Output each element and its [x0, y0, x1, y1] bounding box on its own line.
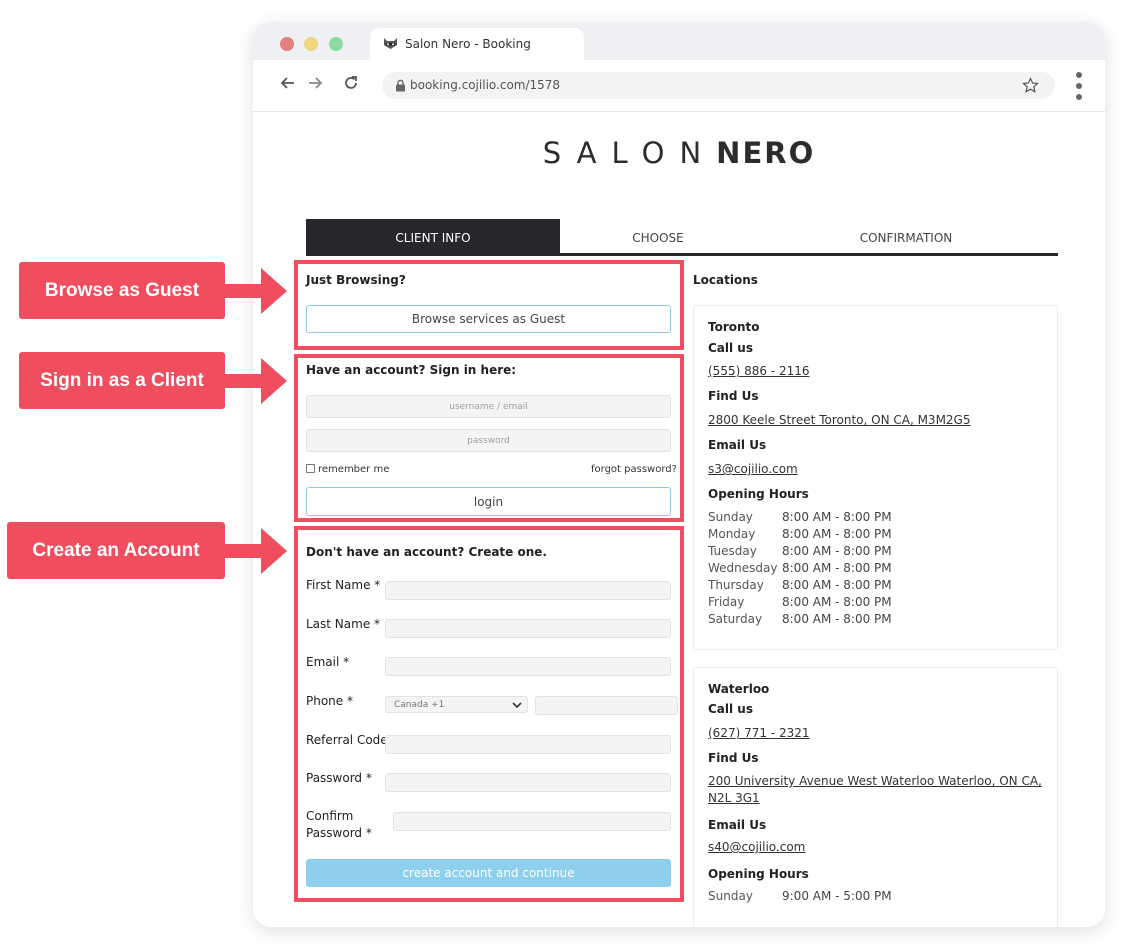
highlight-signin-section: [294, 354, 684, 522]
location-card-toronto: Toronto Call us (555) 886 - 2116 Find Us…: [693, 305, 1058, 650]
opening-hours-label: Opening Hours: [708, 487, 809, 501]
location-phone-link[interactable]: (627) 771 - 2321: [708, 726, 809, 740]
step-confirmation[interactable]: CONFIRMATION: [756, 219, 1056, 253]
location-name: Waterloo: [708, 682, 770, 696]
location-address-link[interactable]: 200 University Avenue West Waterloo Wate…: [708, 774, 1042, 788]
location-address-link[interactable]: 2800 Keele Street Toronto, ON CA, M3M2G5: [708, 413, 971, 427]
arrow-right-icon: [225, 268, 287, 314]
back-arrow-icon[interactable]: [278, 73, 298, 93]
raccoon-favicon-icon: [384, 38, 397, 49]
step-choose[interactable]: CHOOSE: [560, 219, 756, 253]
tab-strip: Salon Nero - Booking: [253, 22, 1105, 60]
hours-day: Monday: [708, 527, 756, 541]
location-email-link[interactable]: s3@cojilio.com: [708, 462, 798, 476]
hours-row: Friday 8:00 AM - 8:00 PM: [708, 595, 892, 609]
reload-icon[interactable]: [341, 73, 361, 93]
logo-bold-text: NERO: [716, 136, 816, 170]
callout-sign-in-client: Sign in as a Client: [19, 352, 225, 409]
maximize-window-button[interactable]: [329, 37, 343, 51]
call-us-label: Call us: [708, 702, 753, 716]
highlight-guest-section: [294, 260, 684, 350]
hours-row: Thursday 8:00 AM - 8:00 PM: [708, 578, 892, 592]
forward-arrow-icon[interactable]: [305, 73, 325, 93]
hours-time: 8:00 AM - 8:00 PM: [782, 578, 892, 592]
url-text: booking.cojilio.com/1578: [410, 78, 561, 92]
lock-icon: [396, 79, 405, 92]
hours-time: 8:00 AM - 8:00 PM: [782, 544, 892, 558]
highlight-register-section: [294, 526, 684, 902]
hours-row: Tuesday 8:00 AM - 8:00 PM: [708, 544, 892, 558]
address-bar[interactable]: booking.cojilio.com/1578: [382, 72, 1055, 99]
opening-hours-label: Opening Hours: [708, 867, 809, 881]
arrow-right-icon: [225, 358, 287, 404]
callout-browse-guest: Browse as Guest: [19, 262, 225, 319]
hours-day: Tuesday: [708, 544, 757, 558]
close-window-button[interactable]: [280, 37, 294, 51]
browser-toolbar: booking.cojilio.com/1578: [253, 60, 1105, 112]
hours-row: Saturday 8:00 AM - 8:00 PM: [708, 612, 892, 626]
tab-title: Salon Nero - Booking: [405, 37, 531, 51]
email-us-label: Email Us: [708, 438, 767, 452]
minimize-window-button[interactable]: [304, 37, 318, 51]
screenshot-stage: Salon Nero - Booking booking.cojilio.com…: [0, 0, 1138, 947]
hours-time: 8:00 AM - 8:00 PM: [782, 561, 892, 575]
location-email-link[interactable]: s40@cojilio.com: [708, 840, 805, 854]
salon-logo: SALONNERO: [253, 136, 1105, 170]
kebab-menu-icon[interactable]: [1075, 71, 1083, 101]
callout-create-account: Create an Account: [7, 522, 225, 579]
location-address-link-2[interactable]: N2L 3G1: [708, 791, 760, 805]
booking-steps: CLIENT INFO CHOOSE CONFIRMATION: [306, 219, 1058, 256]
hours-row: Wednesday 8:00 AM - 8:00 PM: [708, 561, 892, 575]
hours-time: 9:00 AM - 5:00 PM: [782, 889, 892, 903]
call-us-label: Call us: [708, 341, 753, 355]
star-icon[interactable]: [1022, 77, 1039, 94]
email-us-label: Email Us: [708, 818, 767, 832]
logo-light-text: SALON: [542, 136, 717, 170]
hours-day: Wednesday: [708, 561, 778, 575]
hours-time: 8:00 AM - 8:00 PM: [782, 527, 892, 541]
step-client-info[interactable]: CLIENT INFO: [306, 219, 560, 253]
locations-title: Locations: [693, 273, 758, 287]
hours-time: 8:00 AM - 8:00 PM: [782, 595, 892, 609]
hours-day: Thursday: [708, 578, 764, 592]
hours-day: Saturday: [708, 612, 763, 626]
hours-day: Sunday: [708, 889, 753, 903]
location-name: Toronto: [708, 320, 760, 334]
find-us-label: Find Us: [708, 389, 759, 403]
browser-tab[interactable]: Salon Nero - Booking: [370, 28, 584, 60]
hours-time: 8:00 AM - 8:00 PM: [782, 612, 892, 626]
hours-time: 8:00 AM - 8:00 PM: [782, 510, 892, 524]
hours-day: Sunday: [708, 510, 753, 524]
hours-row: Sunday 8:00 AM - 8:00 PM: [708, 510, 892, 524]
location-phone-link[interactable]: (555) 886 - 2116: [708, 364, 809, 378]
hours-row: Sunday 9:00 AM - 5:00 PM: [708, 889, 892, 903]
hours-row: Monday 8:00 AM - 8:00 PM: [708, 527, 892, 541]
find-us-label: Find Us: [708, 751, 759, 765]
arrow-right-icon: [225, 528, 287, 574]
hours-day: Friday: [708, 595, 745, 609]
location-card-waterloo: Waterloo Call us (627) 771 - 2321 Find U…: [693, 667, 1058, 927]
